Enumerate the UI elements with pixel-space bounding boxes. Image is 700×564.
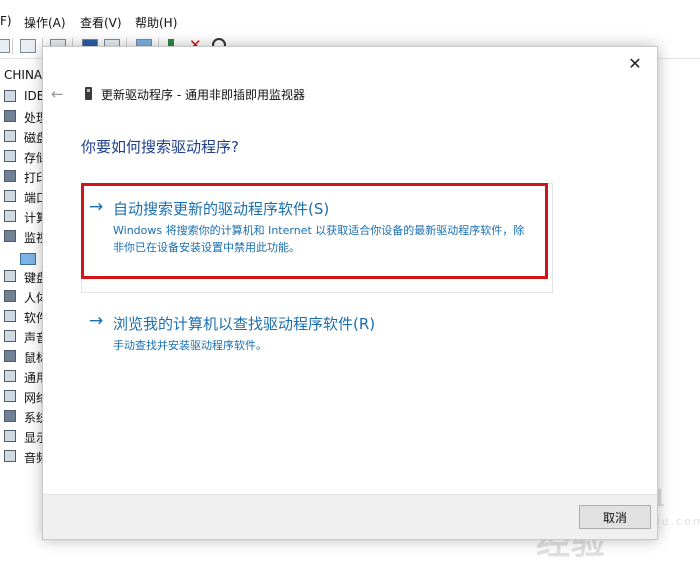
- device-category-icon: [4, 290, 16, 302]
- tree-root-computer[interactable]: CHINA: [4, 68, 42, 82]
- device-category-icon: [4, 170, 16, 182]
- close-button[interactable]: ✕: [623, 53, 647, 75]
- back-arrow-icon[interactable]: ←: [51, 85, 69, 103]
- device-category-icon: [4, 150, 16, 162]
- device-category-icon: [4, 230, 16, 242]
- dialog-title: 更新驱动程序 - 通用非即插即用监视器: [101, 88, 305, 102]
- device-category-icon: [4, 450, 16, 462]
- cancel-button[interactable]: 取消: [579, 505, 651, 529]
- update-driver-dialog: ✕ ← 更新驱动程序 - 通用非即插即用监视器 你要如何搜索驱动程序? → 自动…: [42, 46, 658, 540]
- forward-icon[interactable]: [0, 39, 10, 53]
- device-category-icon: [4, 210, 16, 222]
- auto-search-title[interactable]: 自动搜索更新的驱动程序软件(S): [113, 198, 329, 219]
- browse-computer-option[interactable]: → 浏览我的计算机以查找驱动程序软件(R) 手动查找并安装驱动程序软件。: [81, 311, 553, 361]
- menu-file[interactable]: F): [0, 14, 12, 28]
- device-category-icon: [4, 110, 16, 122]
- device-tree: CHINA IDE 处理 磁盘 存储 打印 端口 计算 监视 键盘 人体 软件 声音 鼠标 通用 网络 系统显…: [0, 60, 48, 538]
- usb-device-icon: [85, 87, 92, 100]
- device-category-icon: [4, 90, 16, 102]
- device-category-icon: [4, 270, 16, 282]
- device-category-icon: [4, 330, 16, 342]
- monitor-device-icon[interactable]: [20, 253, 36, 265]
- device-category-icon: [4, 390, 16, 402]
- toolbar-separator: [12, 38, 13, 54]
- menu-action[interactable]: 操作(A): [24, 14, 66, 31]
- menu-view[interactable]: 查看(V): [80, 14, 122, 31]
- device-category-icon: [4, 130, 16, 142]
- browse-computer-description: 手动查找并安装驱动程序软件。: [113, 339, 267, 352]
- menu-help[interactable]: 帮助(H): [135, 14, 177, 31]
- auto-search-description: Windows 将搜索你的计算机和 Internet 以获取适合你设备的最新驱动…: [113, 224, 525, 254]
- device-category-icon: [4, 370, 16, 382]
- arrow-right-icon: →: [89, 197, 104, 217]
- properties-icon[interactable]: [20, 39, 36, 53]
- device-category-icon: [4, 190, 16, 202]
- device-category-icon: [4, 410, 16, 422]
- arrow-right-icon: →: [89, 311, 104, 331]
- search-question-heading: 你要如何搜索驱动程序?: [81, 138, 239, 156]
- menu-bar: F) 操作(A) 查看(V) 帮助(H): [0, 10, 700, 32]
- device-category-icon: [4, 310, 16, 322]
- auto-search-option[interactable]: → 自动搜索更新的驱动程序软件(S) Windows 将搜索你的计算机和 Int…: [81, 183, 553, 293]
- device-category-icon: [4, 430, 16, 442]
- device-category-icon: [4, 350, 16, 362]
- dialog-footer: 取消: [43, 494, 657, 539]
- browse-computer-title[interactable]: 浏览我的计算机以查找驱动程序软件(R): [113, 313, 375, 334]
